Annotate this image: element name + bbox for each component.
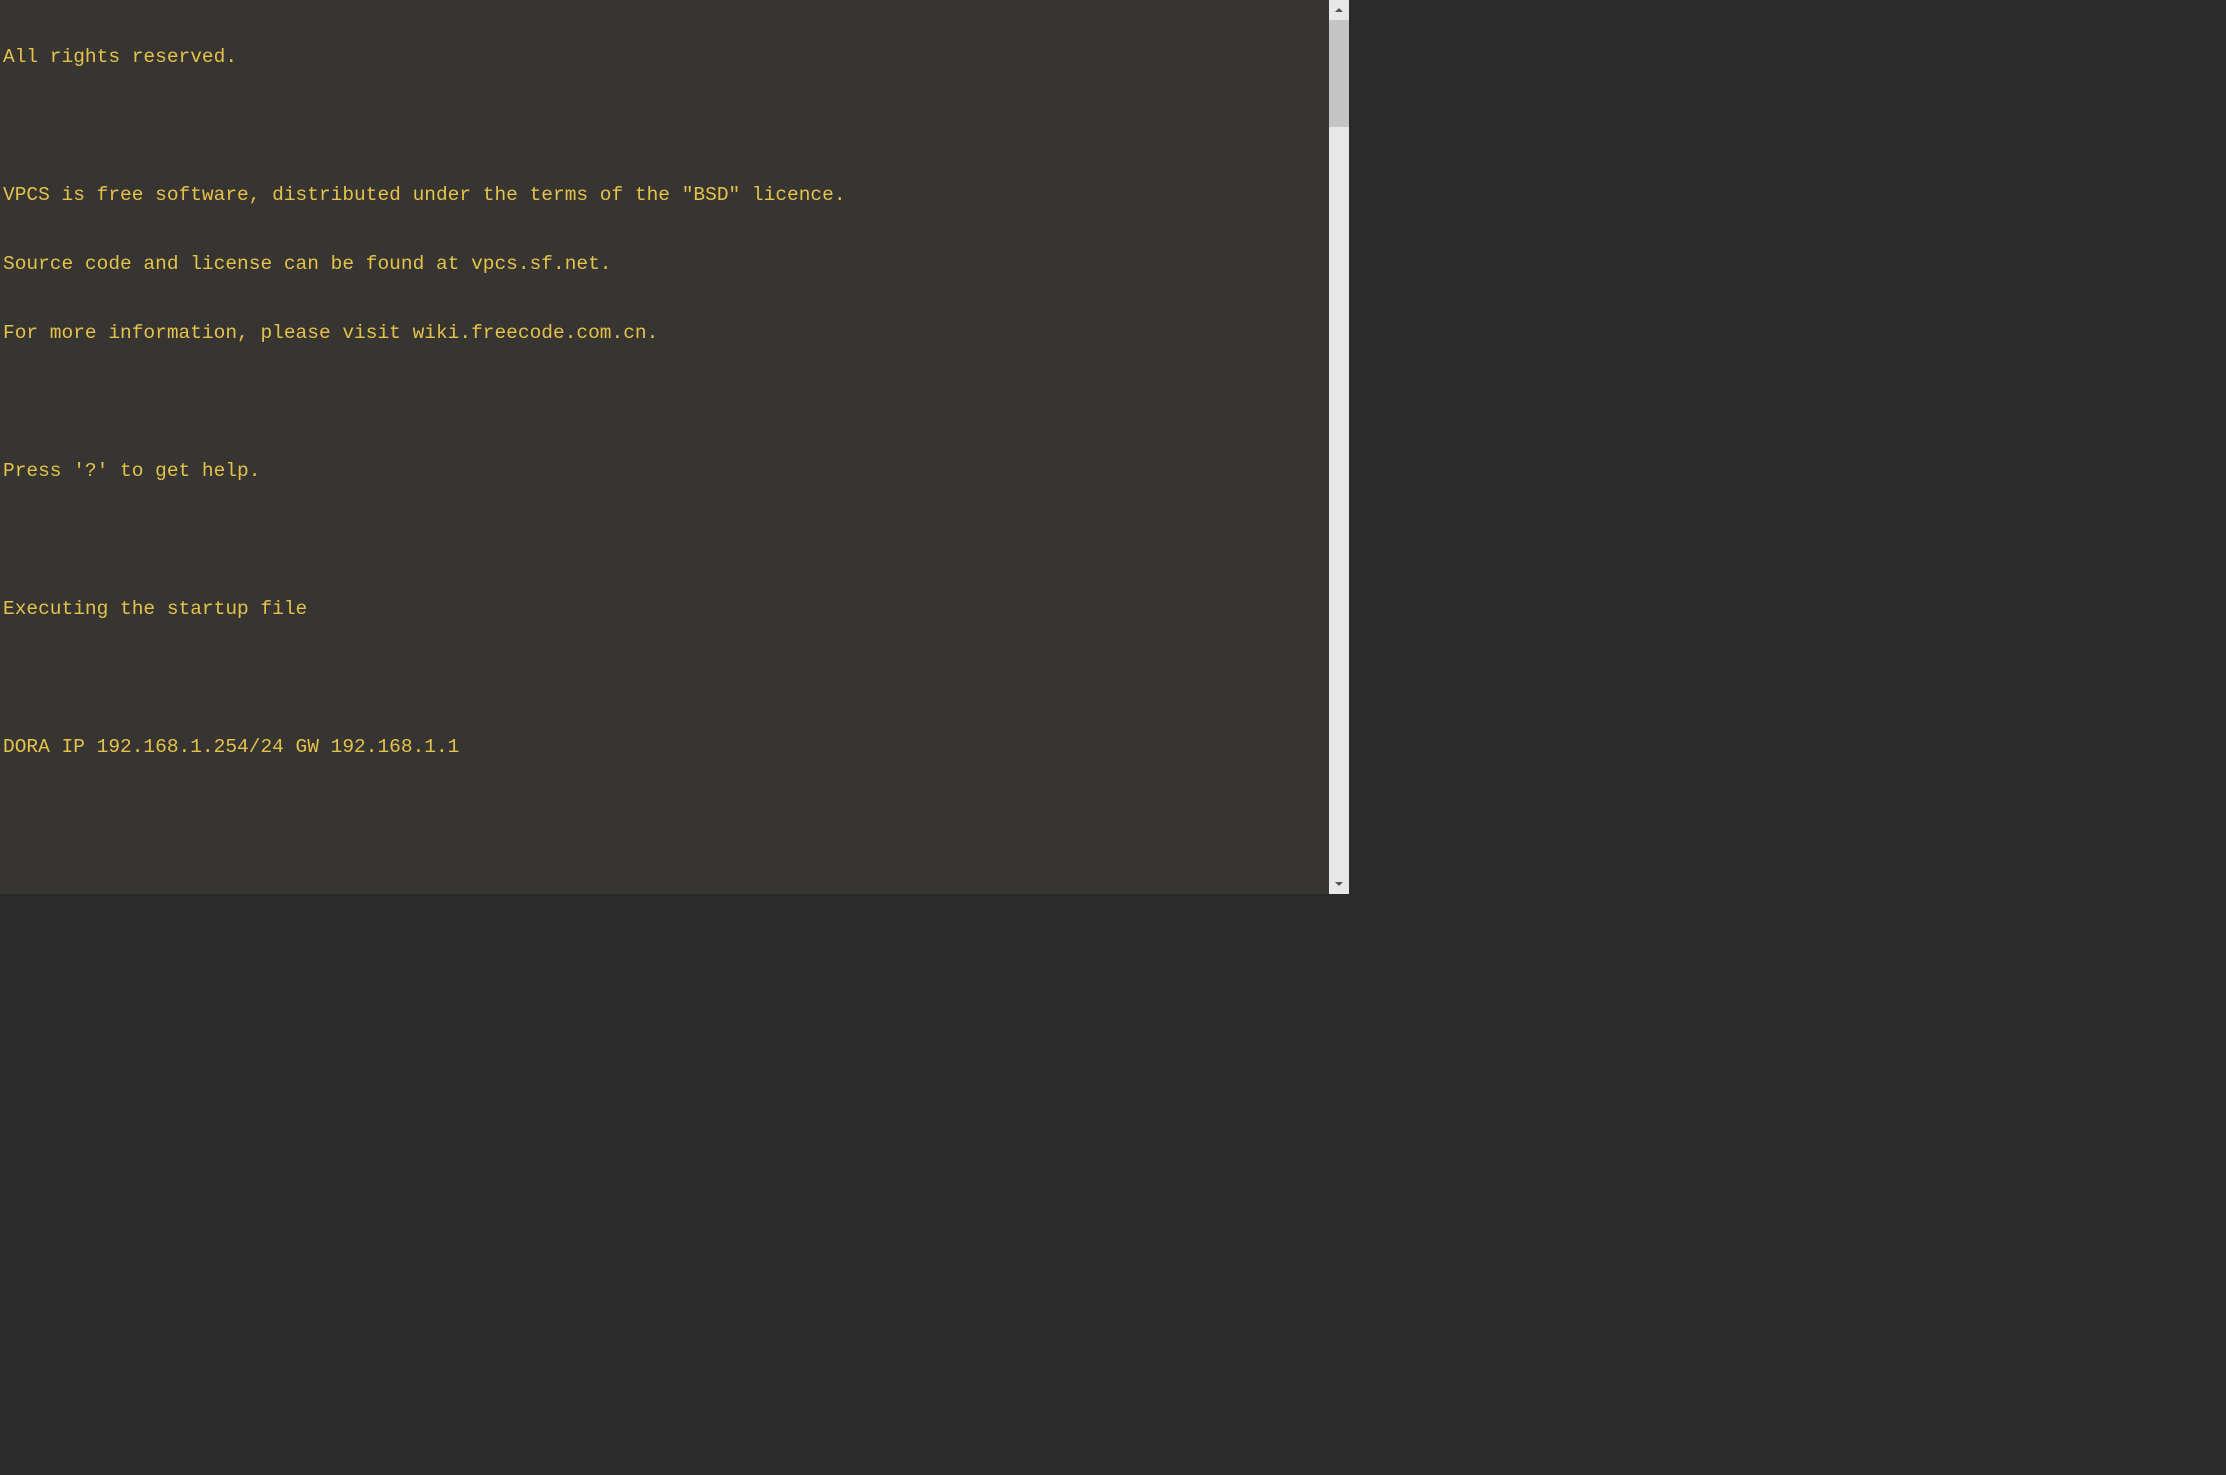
output-line: Press '?' to get help.: [3, 460, 1326, 483]
output-line: For more information, please visit wiki.…: [3, 322, 1326, 345]
vertical-scrollbar[interactable]: [1329, 0, 1349, 894]
scroll-down-button[interactable]: [1329, 874, 1349, 894]
scroll-up-button[interactable]: [1329, 0, 1349, 20]
scroll-thumb[interactable]: [1329, 20, 1349, 127]
output-line: All rights reserved.: [3, 46, 1326, 69]
output-line: [3, 391, 1326, 414]
scroll-track[interactable]: [1329, 20, 1349, 874]
terminal-content: All rights reserved. VPCS is free softwa…: [3, 0, 1326, 894]
output-line: DORA IP 192.168.1.254/24 GW 192.168.1.1: [3, 736, 1326, 759]
output-line: Source code and license can be found at …: [3, 253, 1326, 276]
output-line: [3, 529, 1326, 552]
chevron-up-icon: [1334, 5, 1344, 15]
output-line: VPCS is free software, distributed under…: [3, 184, 1326, 207]
terminal-viewport[interactable]: All rights reserved. VPCS is free softwa…: [0, 0, 1329, 894]
output-line: [3, 874, 1326, 894]
output-line: Executing the startup file: [3, 598, 1326, 621]
chevron-down-icon: [1334, 879, 1344, 889]
output-line: [3, 667, 1326, 690]
output-line: [3, 115, 1326, 138]
output-line: [3, 805, 1326, 828]
